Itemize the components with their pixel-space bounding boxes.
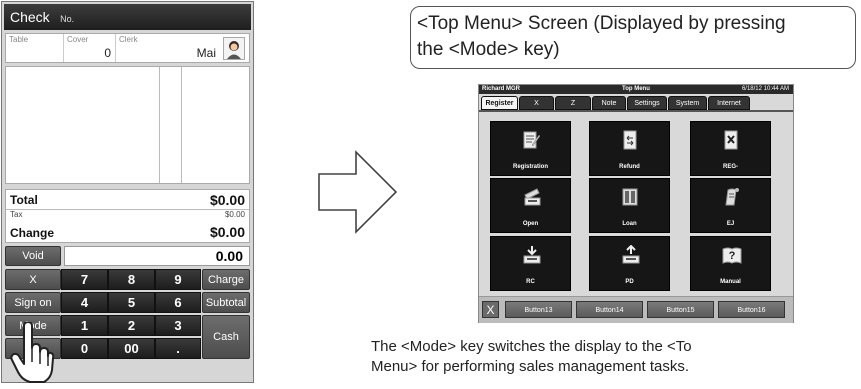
registration-tile[interactable]: Registration <box>490 121 571 176</box>
tab-system[interactable]: System <box>668 96 707 110</box>
function-button-13[interactable]: Button13 <box>505 301 572 318</box>
pd-tile[interactable]: PD <box>589 236 670 291</box>
void-row: Void 0.00 <box>5 246 250 266</box>
function-button-15[interactable]: Button15 <box>647 301 714 318</box>
total-value: $0.00 <box>209 192 245 208</box>
change-panel: Change $0.00 <box>5 224 250 243</box>
right-arrow-icon <box>318 150 398 239</box>
clerk-cell[interactable]: Clerk Mai <box>116 34 249 62</box>
key-6[interactable]: 6 <box>155 292 201 313</box>
cash-button[interactable]: Cash <box>202 315 250 359</box>
function-bar: X Button13 Button14 Button15 Button16 <box>479 296 793 323</box>
open-tile[interactable]: Open <box>490 178 571 233</box>
check-number-label: No. <box>60 14 75 24</box>
amount-display: 0.00 <box>64 246 250 266</box>
key-0[interactable]: 0 <box>61 338 108 359</box>
order-item-list[interactable] <box>5 66 250 184</box>
function-button-16[interactable]: Button16 <box>718 301 785 318</box>
key-5[interactable]: 5 <box>108 292 155 313</box>
cover-cell[interactable]: Cover 0 <box>64 34 116 62</box>
mode-tabs: Register X Z Note Settings System Intern… <box>481 96 793 110</box>
totals-panel: Total $0.00 Tax $0.00 <box>5 189 250 229</box>
reg-minus-icon <box>724 130 738 150</box>
change-value: $0.00 <box>209 224 245 240</box>
key-00[interactable]: 00 <box>108 338 155 359</box>
ej-journal-icon <box>725 188 739 206</box>
total-label: Total <box>10 193 38 207</box>
key-8[interactable]: 8 <box>108 269 155 290</box>
void-button[interactable]: Void <box>5 246 61 266</box>
rc-label: RC <box>526 279 535 285</box>
key-1[interactable]: 1 <box>61 315 108 336</box>
key-9[interactable]: 9 <box>155 269 201 290</box>
loan-icon <box>622 188 638 206</box>
refund-label: Refund <box>619 164 640 170</box>
x-report-button[interactable]: X <box>5 269 61 290</box>
received-cash-icon <box>523 246 541 264</box>
reg-minus-tile[interactable]: REG- <box>690 121 771 176</box>
open-label: Open <box>522 221 539 227</box>
table-label: Table <box>9 35 29 44</box>
change-label: Change <box>10 226 55 240</box>
refund-icon <box>623 130 637 150</box>
top-menu-callout: <Top Menu> Screen (Displayed by pressing… <box>410 6 856 69</box>
tab-internet[interactable]: Internet <box>708 96 750 110</box>
mode-key-description: The <Mode> key switches the display to t… <box>371 337 861 377</box>
clerk-label: Clerk <box>119 35 138 44</box>
reg-minus-label: REG- <box>723 164 738 170</box>
sign-on-button[interactable]: Sign on <box>5 292 61 313</box>
tax-label: Tax <box>10 210 23 219</box>
pd-label: PD <box>625 279 634 285</box>
tab-settings[interactable]: Settings <box>627 96 667 110</box>
table-cell[interactable]: Table <box>6 34 64 62</box>
key-3[interactable]: 3 <box>155 315 201 336</box>
top-menu-header: Richard MGR Top Menu 6/18/12 10:44 AM <box>479 85 793 94</box>
callout-line-1: <Top Menu> Screen (Displayed by pressing <box>417 13 786 34</box>
top-menu-screen: Richard MGR Top Menu 6/18/12 10:44 AM Re… <box>478 84 794 323</box>
cover-value: 0 <box>104 46 111 60</box>
manual-help-icon: ? <box>722 247 742 264</box>
subtotal-button[interactable]: Subtotal <box>202 292 250 313</box>
key-2[interactable]: 2 <box>108 315 155 336</box>
tab-x[interactable]: X <box>519 96 554 110</box>
rc-tile[interactable]: RC <box>490 236 571 291</box>
key-7[interactable]: 7 <box>61 269 108 290</box>
manual-tile[interactable]: ? Manual <box>690 236 771 291</box>
top-menu-title: Top Menu <box>622 86 650 92</box>
description-line-2: Menu> for performing sales management ta… <box>371 358 690 375</box>
key-decimal[interactable]: . <box>155 338 201 359</box>
current-user: Richard MGR <box>482 86 521 92</box>
key-4[interactable]: 4 <box>61 292 108 313</box>
paid-out-icon <box>622 245 640 264</box>
registration-icon <box>523 131 540 149</box>
charge-button[interactable]: Charge <box>202 269 250 290</box>
tab-note[interactable]: Note <box>592 96 626 110</box>
callout-line-2: the <Mode> key) <box>417 39 560 60</box>
loan-tile[interactable]: Loan <box>589 178 670 233</box>
pointing-hand-icon <box>10 321 55 389</box>
manual-label: Manual <box>720 279 741 285</box>
tax-value: $0.00 <box>224 210 245 219</box>
refund-tile[interactable]: Refund <box>589 121 670 176</box>
svg-text:?: ? <box>729 250 736 262</box>
check-info-row: Table Cover 0 Clerk Mai <box>5 33 250 63</box>
check-header: Check No. <box>4 4 251 30</box>
cash-drawer-icon <box>524 188 541 206</box>
description-line-1: The <Mode> key switches the display to t… <box>371 338 692 355</box>
tab-z[interactable]: Z <box>555 96 591 110</box>
check-title: Check <box>10 9 50 25</box>
tab-register[interactable]: Register <box>481 96 518 110</box>
datetime: 6/18/12 10:44 AM <box>741 86 789 92</box>
cover-label: Cover <box>67 35 89 44</box>
loan-label: Loan <box>622 221 637 227</box>
clerk-avatar <box>223 37 245 60</box>
ej-label: EJ <box>726 221 735 227</box>
ej-tile[interactable]: EJ <box>690 178 771 233</box>
registration-label: Registration <box>512 164 548 170</box>
function-button-14[interactable]: Button14 <box>576 301 643 318</box>
close-button[interactable]: X <box>482 301 499 318</box>
clerk-name: Mai <box>196 46 216 60</box>
